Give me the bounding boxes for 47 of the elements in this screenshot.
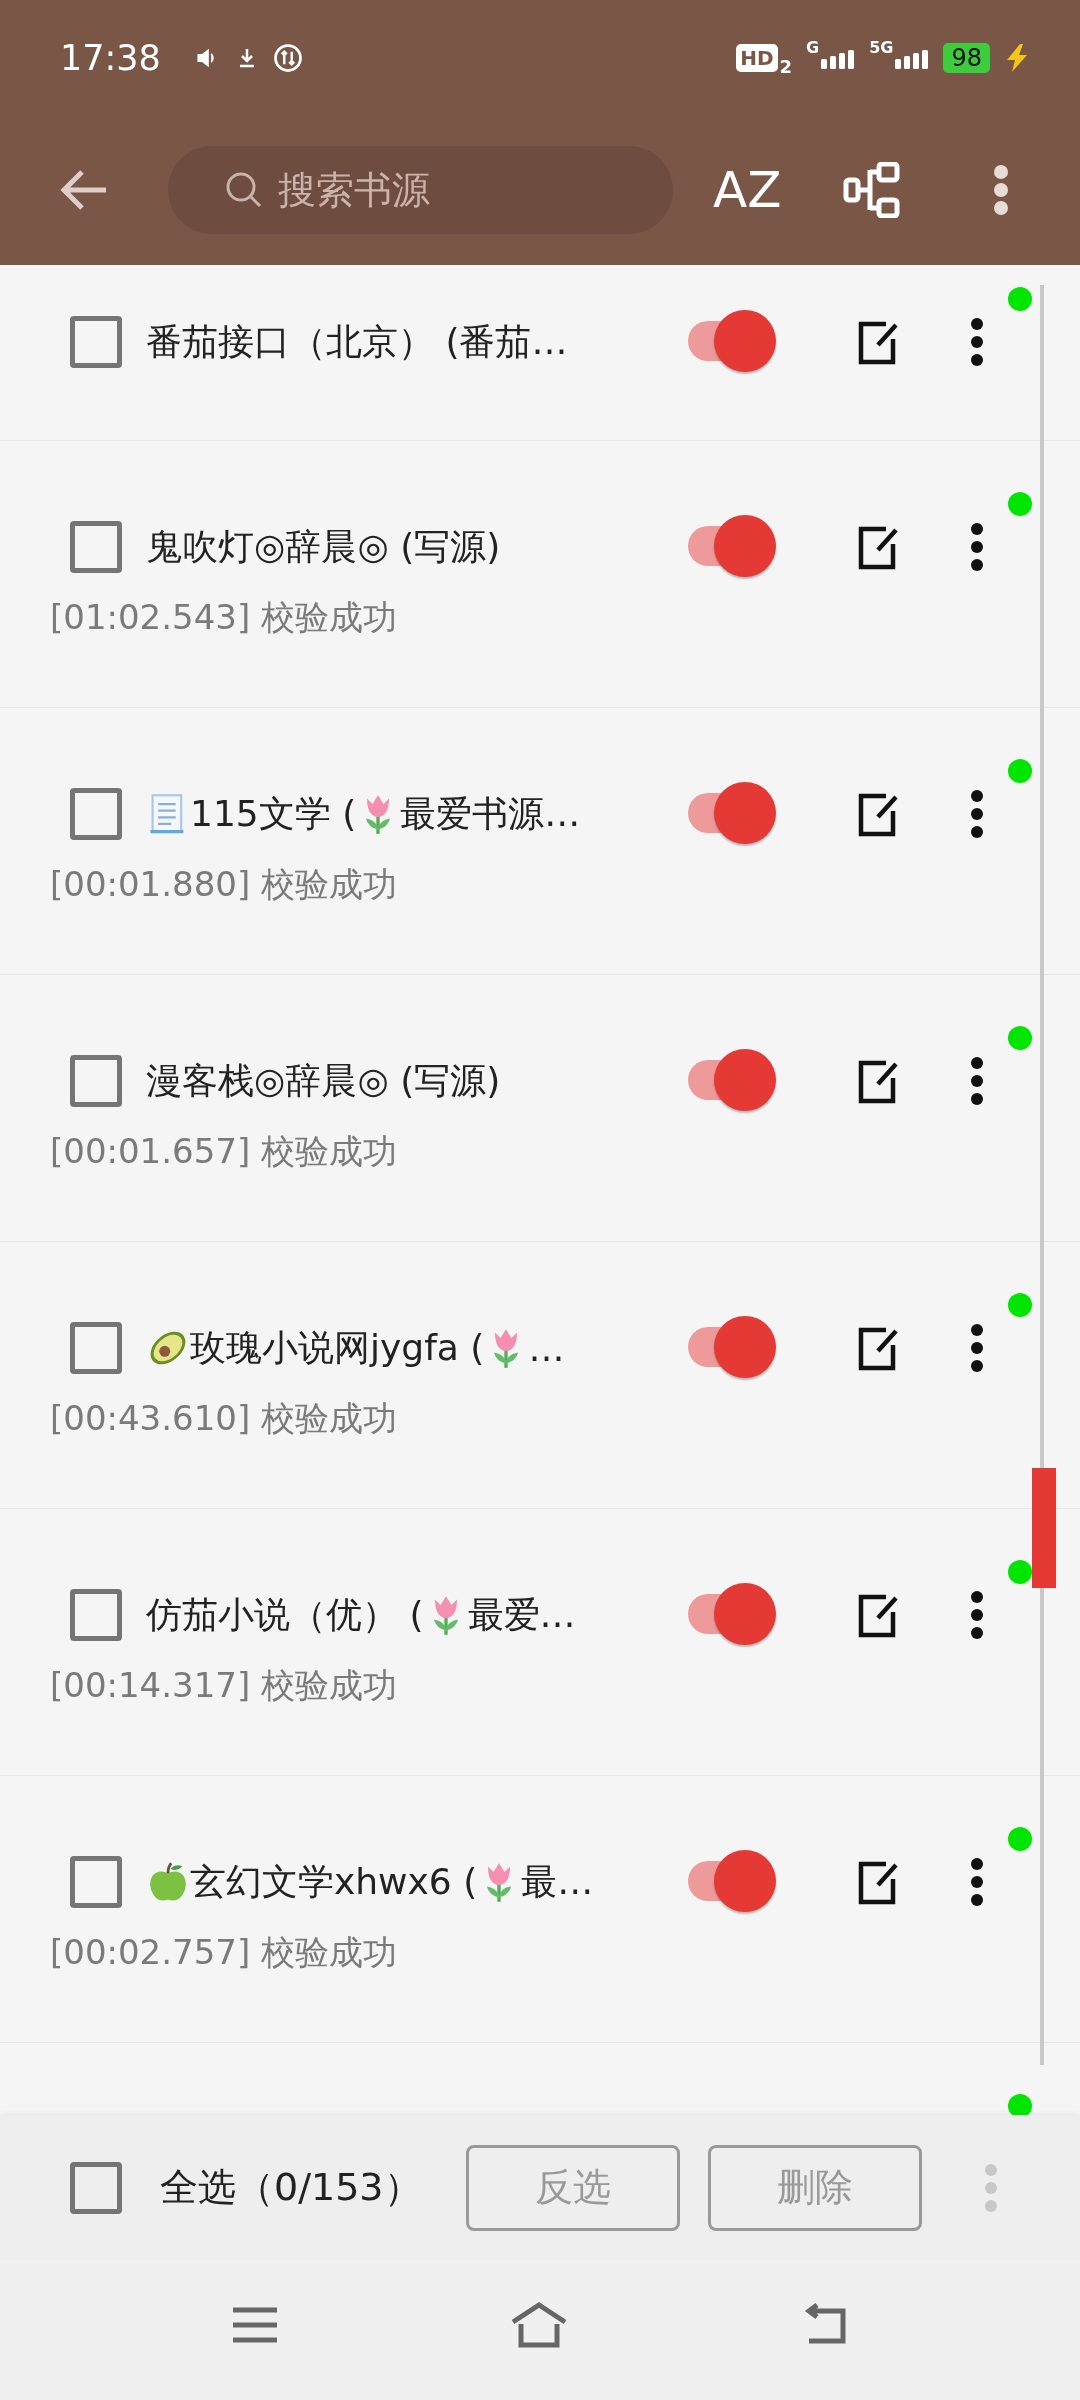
checkbox[interactable] (70, 1589, 122, 1641)
checkbox[interactable] (70, 1856, 122, 1908)
source-name: 最爱… (467, 1592, 576, 1637)
checkbox[interactable] (70, 1055, 122, 1107)
source-name: 115文学 ( (190, 791, 357, 836)
checkbox[interactable] (70, 316, 122, 368)
data-saver-icon (272, 42, 303, 73)
network-label: 5G (869, 38, 894, 57)
check-status: [00:01.880] 校验成功 (50, 864, 399, 904)
checkbox[interactable] (70, 788, 122, 840)
source-name: 最… (521, 1859, 594, 1904)
check-status: [00:43.610] 校验成功 (50, 1398, 399, 1438)
network-label: G (806, 38, 820, 57)
check-status: [00:14.317] 校验成功 (50, 1665, 399, 1705)
source-name: 玫瑰小说网jygfa ( (190, 1325, 485, 1370)
more-icon[interactable] (970, 317, 984, 367)
check-status: [00:02.757] 校验成功 (50, 1932, 399, 1972)
sort-button[interactable]: AZ (713, 161, 782, 219)
hd-badge: HD (736, 43, 778, 72)
more-icon[interactable] (970, 1323, 984, 1373)
search-icon (224, 170, 264, 210)
source-name: 最爱书源… (400, 791, 581, 836)
source-name: … (528, 1327, 565, 1369)
more-icon[interactable] (970, 1857, 984, 1907)
check-status: [01:02.543] 校验成功 (50, 597, 399, 637)
more-icon[interactable] (970, 789, 984, 839)
more-icon[interactable] (970, 1590, 984, 1640)
source-name: 仿茄小说（优） ( (146, 1592, 424, 1637)
hd-subscript: 2 (779, 56, 793, 77)
checkbox[interactable] (70, 1322, 122, 1374)
more-icon[interactable] (970, 1056, 984, 1106)
menu-icon[interactable] (231, 2305, 279, 2345)
source-name: 玄幻文学xhwx6 ( (190, 1859, 478, 1904)
select-all-label[interactable]: 全选（0/153） (160, 2162, 422, 2213)
search-field[interactable]: 搜索书源 (168, 146, 673, 234)
checkbox[interactable] (70, 2161, 122, 2214)
battery-level: 98 (943, 42, 990, 73)
home-icon[interactable] (509, 2302, 569, 2348)
status-time: 17:38 (60, 37, 161, 78)
source-name: 鬼吹灯◎辞晨◎ (写源) (146, 524, 501, 569)
check-status: [00:01.657] 校验成功 (50, 1131, 399, 1171)
more-icon[interactable] (970, 522, 984, 572)
checkbox[interactable] (70, 521, 122, 573)
source-name: 漫客栈◎辞晨◎ (写源) (146, 1058, 501, 1103)
charging-icon (1004, 42, 1030, 73)
scroll-thumb[interactable] (1032, 1468, 1056, 1588)
source-name: 番茄接口（北京） (番茄… (146, 319, 568, 364)
